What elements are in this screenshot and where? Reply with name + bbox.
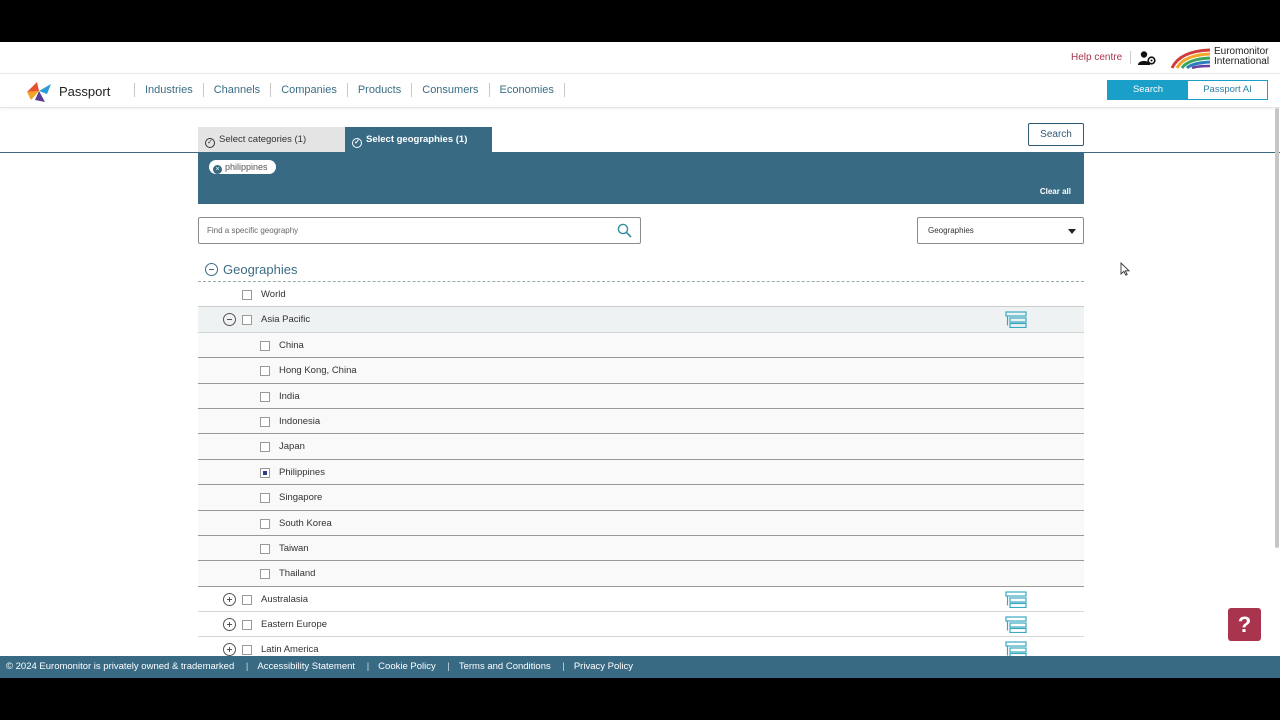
expand-icon[interactable]	[223, 618, 236, 632]
check-circle-icon: ✓	[205, 138, 215, 148]
checkbox[interactable]	[260, 518, 270, 529]
geography-search-box	[198, 217, 641, 244]
checkbox[interactable]	[260, 543, 270, 554]
footer: © 2024 Euromonitor is privately owned & …	[0, 656, 1280, 678]
app-window: Help centre Euromonitor International Pa…	[0, 42, 1280, 678]
scrollbar[interactable]	[1275, 108, 1279, 548]
tree-row-child: Japan	[198, 434, 1084, 460]
tree-row-child: Thailand	[198, 561, 1084, 587]
euromonitor-logo-icon	[1170, 48, 1211, 69]
nav-consumers[interactable]: Consumers	[411, 83, 488, 97]
nav-menu: Industries Channels Companies Products C…	[134, 83, 565, 97]
mode-toggle: Search Passport AI	[1107, 80, 1268, 100]
hierarchy-icon[interactable]	[1005, 591, 1027, 608]
tree-row-child: Taiwan	[198, 535, 1084, 562]
search-icon[interactable]	[617, 223, 632, 238]
tree-row-child: Indonesia	[198, 408, 1084, 435]
checkbox[interactable]	[242, 290, 252, 300]
checkbox[interactable]	[242, 645, 252, 656]
region-rows: Australasia Eastern Europe Latin America	[198, 587, 1084, 663]
copyright-text: © 2024 Euromonitor is privately owned & …	[6, 661, 235, 672]
checkbox[interactable]	[242, 620, 252, 631]
tree-row-child: Singapore	[198, 485, 1084, 511]
mode-search-button[interactable]: Search	[1108, 81, 1188, 99]
check-circle-icon: ✓	[352, 138, 362, 148]
section-title: Geographies	[223, 262, 298, 277]
tree-row-child: India	[198, 383, 1084, 409]
geography-search-input[interactable]	[199, 218, 599, 243]
euromonitor-wordmark: Euromonitor International	[1214, 46, 1270, 67]
checkbox[interactable]	[242, 594, 252, 605]
checkbox[interactable]	[260, 391, 270, 402]
tab-select-categories[interactable]: ✓ Select categories (1)	[198, 127, 345, 153]
geographies-heading: Geographies	[198, 260, 1084, 282]
collapse-icon[interactable]	[223, 313, 236, 327]
nav-channels[interactable]: Channels	[202, 83, 270, 97]
checkbox[interactable]	[260, 340, 270, 351]
mode-passport-ai-button[interactable]: Passport AI	[1188, 81, 1267, 99]
tree-row-child: Hong Kong, China	[198, 358, 1084, 384]
checkbox[interactable]	[260, 366, 270, 377]
help-centre-link[interactable]: Help centre	[1071, 52, 1122, 63]
tree-row-child: China	[198, 332, 1084, 359]
expand-icon[interactable]	[223, 643, 236, 657]
selected-chip[interactable]: × philippines	[209, 160, 276, 174]
checkbox[interactable]	[242, 315, 252, 326]
remove-chip-icon[interactable]: ×	[213, 165, 222, 174]
selection-panel: × philippines Clear all	[198, 152, 1084, 204]
footer-link-accessibility[interactable]: Accessibility Statement	[257, 661, 355, 672]
footer-link-privacy[interactable]: Privacy Policy	[574, 661, 633, 672]
clear-all-link[interactable]: Clear all	[1040, 187, 1071, 196]
checkbox[interactable]	[260, 467, 270, 478]
help-button[interactable]: ?	[1228, 608, 1261, 641]
tree-row-child: Philippines	[198, 459, 1084, 486]
nav-industries[interactable]: Industries	[134, 83, 203, 97]
asia-pacific-children: China Hong Kong, China India Indonesia Japan…	[198, 332, 1084, 587]
footer-link-cookie-policy[interactable]: Cookie Policy	[378, 661, 436, 672]
tree-row-asia-pacific: Asia Pacific	[198, 307, 1084, 333]
nav-products[interactable]: Products	[346, 83, 411, 97]
footer-link-terms[interactable]: Terms and Conditions	[459, 661, 551, 672]
tree-row-world: World	[198, 282, 1084, 308]
tree-row-region: Eastern Europe	[198, 612, 1084, 638]
checkbox[interactable]	[260, 416, 270, 427]
hierarchy-icon[interactable]	[1005, 616, 1027, 634]
main-nav: Passport Industries Channels Companies P…	[0, 74, 1280, 108]
passport-brand[interactable]: Passport	[59, 84, 110, 99]
geography-tree: World Asia Pacific China Hong Kong, China…	[198, 282, 1084, 663]
passport-logo-icon[interactable]	[23, 78, 55, 104]
nav-economies[interactable]: Economies	[488, 83, 565, 97]
tree-row-child: South Korea	[198, 510, 1084, 536]
tree-row-region: Australasia	[198, 587, 1084, 613]
divider	[1130, 51, 1131, 64]
geography-type-dropdown[interactable]: Geographies	[917, 217, 1084, 244]
checkbox[interactable]	[260, 442, 270, 453]
checkbox[interactable]	[260, 569, 270, 580]
collapse-icon[interactable]	[205, 263, 218, 276]
tab-select-geographies[interactable]: ✓ Select geographies (1)	[345, 127, 492, 153]
hierarchy-icon[interactable]	[1005, 311, 1027, 329]
checkbox[interactable]	[260, 493, 270, 504]
nav-companies[interactable]: Companies	[270, 83, 347, 97]
mouse-cursor-icon	[1120, 262, 1130, 276]
caret-down-icon	[1068, 229, 1076, 234]
user-settings-icon[interactable]	[1138, 50, 1156, 66]
search-button[interactable]: Search	[1028, 123, 1084, 146]
utility-bar: Help centre Euromonitor International	[0, 42, 1280, 74]
expand-icon[interactable]	[223, 592, 236, 606]
